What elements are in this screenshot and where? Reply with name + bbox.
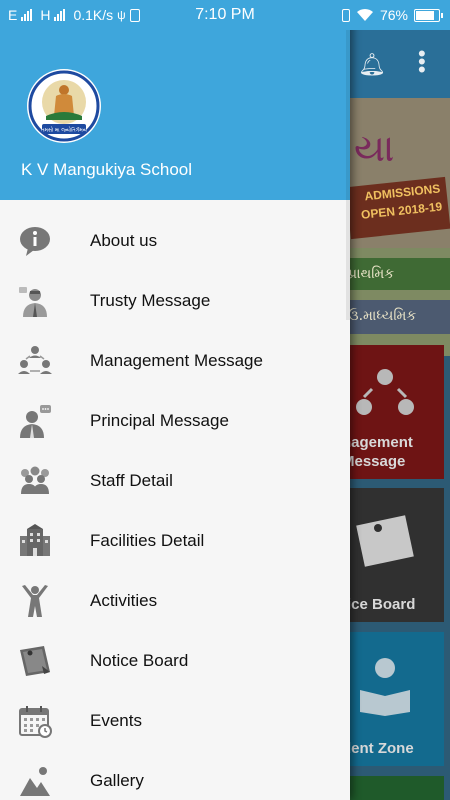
bell-icon[interactable]: 🔔︎	[358, 52, 386, 78]
menu-item-staff-detail[interactable]: Staff Detail	[0, 450, 350, 510]
status-bar: E H 0.1K/s ψ 7:10 PM 76%	[0, 0, 450, 30]
menu-item-gallery[interactable]: Gallery	[0, 750, 350, 800]
drawer-menu: About us Trusty Message Management Messa…	[0, 210, 350, 800]
menu-label: Staff Detail	[90, 471, 173, 490]
tile-partial[interactable]	[340, 776, 444, 800]
notice-icon	[356, 515, 414, 567]
banner-line-secondary: ઉ.માધ્યમિક	[340, 300, 450, 334]
tile-label: tice Board	[342, 596, 416, 613]
school-name: K V Mangukiya School	[21, 160, 193, 179]
notice-board-tile[interactable]: tice Board	[340, 488, 444, 622]
school-logo: તમસો મા જ્યોતિર્ગમય	[27, 69, 101, 143]
info-icon	[20, 227, 50, 256]
menu-item-principal-message[interactable]: Principal Message	[0, 390, 350, 450]
admissions-badge: ADMISSIONS OPEN 2018-19	[345, 176, 450, 240]
menu-item-events[interactable]: Events	[0, 690, 350, 750]
navigation-drawer: તમસો મા જ્યોતિર્ગમય K V Mangukiya School…	[0, 0, 350, 800]
vibrate-icon	[341, 8, 350, 22]
calendar-icon	[19, 706, 52, 738]
menu-item-trusty-message[interactable]: Trusty Message	[0, 270, 350, 330]
drawer-header: તમસો મા જ્યોતિર્ગમય K V Mangukiya School	[0, 0, 350, 200]
management-message-tile[interactable]: nagement Message	[340, 345, 444, 479]
menu-item-notice-board[interactable]: Notice Board	[0, 630, 350, 690]
wifi-icon	[356, 8, 373, 21]
menu-item-activities[interactable]: Activities	[0, 570, 350, 630]
battery-icon	[414, 8, 443, 22]
logo-motto: તમસો મા જ્યોતિર્ગમય	[41, 127, 87, 134]
battery-percent: 76%	[379, 7, 408, 23]
building-icon	[20, 524, 50, 556]
menu-item-management-message[interactable]: Management Message	[0, 330, 350, 390]
student-zone-tile[interactable]: dent Zone	[340, 632, 444, 766]
notice-icon	[20, 646, 50, 676]
menu-label: Activities	[90, 591, 158, 610]
menu-label: Facilities Detail	[90, 531, 205, 550]
trustee-icon	[19, 287, 47, 317]
menu-label: Principal Message	[90, 411, 229, 430]
student-icon	[360, 658, 410, 716]
activities-icon	[22, 585, 48, 617]
menu-item-facilities-detail[interactable]: Facilities Detail	[0, 510, 350, 570]
menu-label: Notice Board	[90, 651, 189, 670]
admission-banner[interactable]: યા ADMISSIONS OPEN 2018-19 પ્રાથમિક ઉ.મા…	[340, 98, 450, 356]
menu-label: Gallery	[90, 771, 144, 790]
scrollbar[interactable]	[346, 30, 350, 320]
principal-icon	[20, 405, 51, 438]
menu-label: Management Message	[90, 351, 263, 370]
tile-label: dent Zone	[342, 740, 414, 757]
menu-label: About us	[90, 231, 158, 250]
banner-line-primary: પ્રાથમિક	[340, 258, 450, 290]
management-icon	[18, 346, 52, 374]
staff-icon	[21, 466, 49, 494]
gallery-icon	[20, 767, 50, 796]
menu-label: Events	[90, 711, 142, 730]
tile-label: nagement Message	[342, 434, 413, 470]
menu-label: Trusty Message	[90, 291, 211, 310]
menu-item-about-us[interactable]: About us	[0, 210, 350, 270]
banner-title: યા	[354, 126, 395, 170]
more-options-icon[interactable]: • • •	[418, 43, 426, 81]
management-icon	[356, 369, 414, 415]
status-right: 76%	[341, 7, 443, 23]
